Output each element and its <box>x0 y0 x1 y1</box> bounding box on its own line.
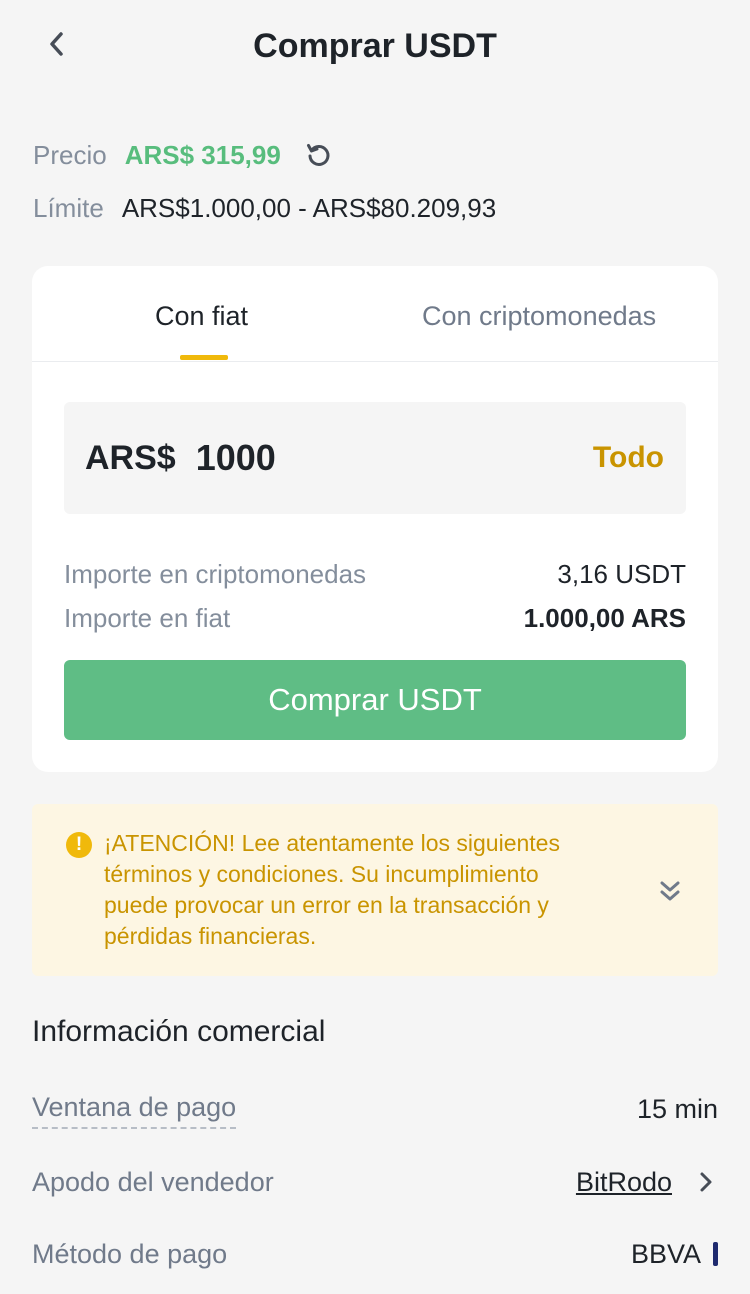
buy-button[interactable]: Comprar USDT <box>64 660 686 740</box>
page-title: Comprar USDT <box>253 27 497 65</box>
tab-fiat[interactable]: Con fiat <box>155 298 248 334</box>
limit-value: ARS$1.000,00 - ARS$80.209,93 <box>121 193 497 223</box>
seller-link[interactable]: BitRodo <box>576 1164 672 1200</box>
payment-method-label: Método de pago <box>32 1239 228 1269</box>
warning-text: ¡ATENCIÓN! Lee atentamente los siguiente… <box>104 830 560 949</box>
currency-label: ARS$ <box>85 438 176 477</box>
active-tab-indicator <box>180 355 228 360</box>
expand-button[interactable] <box>654 876 686 908</box>
price-row: Precio ARS$ 315,99 <box>33 138 333 172</box>
crypto-amount-label: Importe en criptomonedas <box>64 559 367 589</box>
fiat-amount-row: Importe en fiat 1.000,00 ARS <box>64 601 686 635</box>
payment-window-row: Ventana de pago 15 min <box>32 1089 718 1129</box>
chevron-right-icon <box>700 1172 712 1192</box>
refresh-button[interactable] <box>303 140 333 170</box>
payment-method-value: BBVA <box>630 1239 701 1269</box>
all-button[interactable]: Todo <box>593 441 664 475</box>
limit-label: Límite <box>33 193 104 223</box>
payment-method-color-mark <box>713 1242 718 1266</box>
tab-crypto[interactable]: Con criptomonedas <box>422 298 656 334</box>
alert-icon: ! <box>66 832 92 858</box>
amount-input[interactable] <box>195 437 556 479</box>
amount-field[interactable]: ARS$ Todo <box>64 402 686 514</box>
commercial-info-title: Información comercial <box>32 1015 326 1048</box>
seller-chevron-button[interactable] <box>694 1170 718 1194</box>
order-card: Con fiat Con criptomonedas ARS$ Todo Imp… <box>32 266 718 772</box>
payment-window-value: 15 min <box>636 1094 718 1124</box>
limit-row: Límite ARS$1.000,00 - ARS$80.209,93 <box>33 191 496 225</box>
tab-bar: Con fiat Con criptomonedas <box>32 266 718 362</box>
crypto-amount-value: 3,16 USDT <box>557 559 686 589</box>
crypto-amount-row: Importe en criptomonedas 3,16 USDT <box>64 557 686 591</box>
fiat-amount-label: Importe en fiat <box>64 603 231 633</box>
buy-usdt-page: Comprar USDT Precio ARS$ 315,99 Límite A… <box>0 0 750 1294</box>
fiat-amount-value: 1.000,00 ARS <box>523 603 686 633</box>
seller-label: Apodo del vendedor <box>32 1167 274 1197</box>
payment-window-label[interactable]: Ventana de pago <box>32 1089 237 1129</box>
price-value: ARS$ 315,99 <box>124 140 281 170</box>
header: Comprar USDT <box>0 0 750 92</box>
seller-row: Apodo del vendedor BitRodo <box>32 1164 718 1200</box>
payment-method-row: Método de pago BBVA <box>32 1236 718 1272</box>
payment-method-value-group: BBVA <box>631 1236 718 1272</box>
seller-value-group: BitRodo <box>576 1164 718 1200</box>
price-label: Precio <box>33 140 107 170</box>
warning-banner: ! ¡ATENCIÓN! Lee atentamente los siguien… <box>32 804 718 976</box>
double-chevron-down-icon <box>660 881 680 901</box>
refresh-icon <box>306 144 330 166</box>
